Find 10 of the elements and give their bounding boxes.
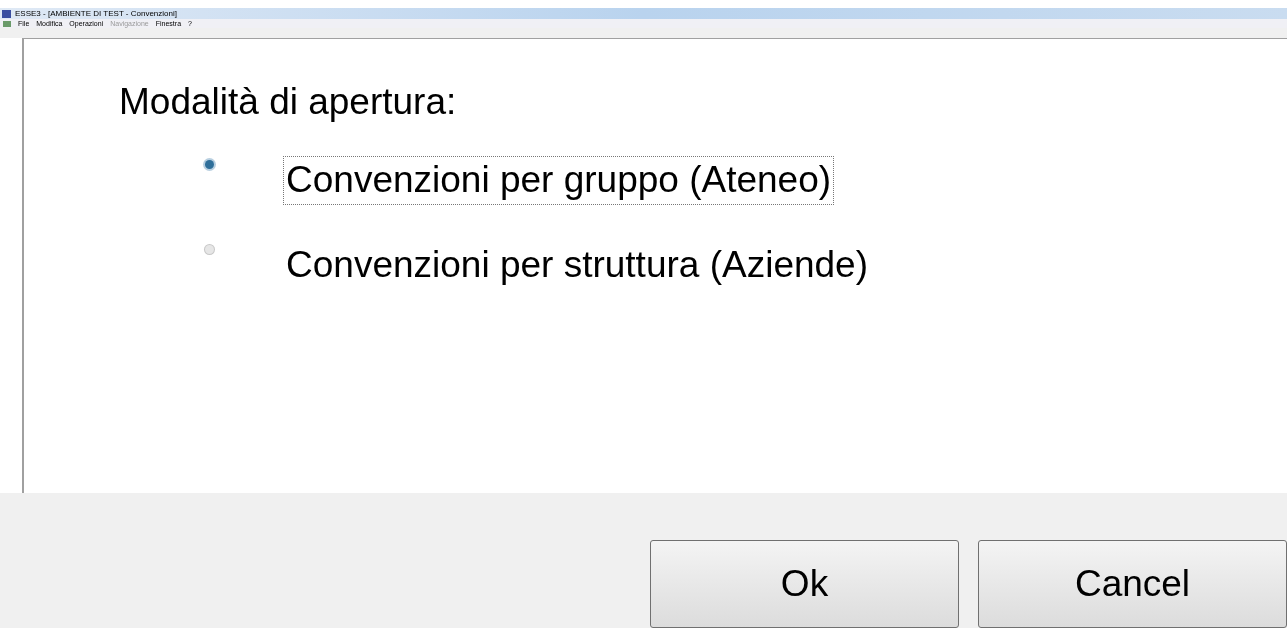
ok-button[interactable]: Ok [650,540,959,628]
dialog-heading: Modalità di apertura: [119,80,458,124]
radio-label[interactable]: Convenzioni per struttura (Aziende) [284,241,870,288]
document-icon [3,20,11,27]
radio-button[interactable] [205,160,214,170]
cancel-button[interactable]: Cancel [978,540,1287,628]
radio-button[interactable] [205,244,214,254]
radio-label[interactable]: Convenzioni per gruppo (Ateneo) [284,157,834,204]
app-icon [2,9,11,18]
window-title: ESSE3 - [AMBIENTE DI TEST - Convenzioni] [15,9,177,18]
